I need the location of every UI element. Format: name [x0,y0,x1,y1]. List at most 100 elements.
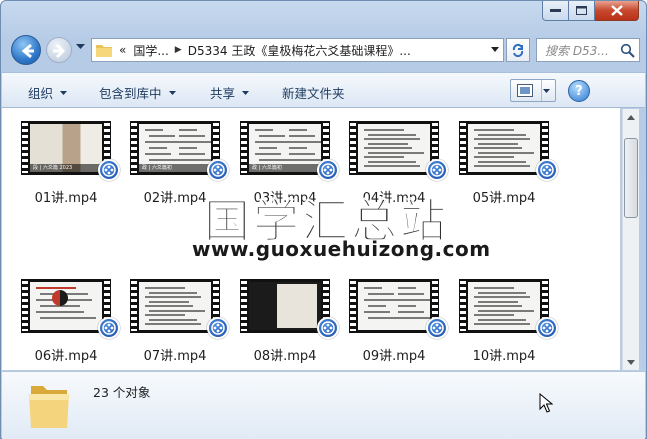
slide-text-line [398,293,424,295]
organize-menu[interactable]: 组织 [28,83,68,102]
slide-text-line [474,165,530,167]
history-dropdown-icon[interactable] [76,44,86,50]
slide-text-line [364,311,390,313]
slide-text-line [364,287,382,289]
navigation-row: « 国学... ▶ D5334 王政《皇极梅花六爻基础课程》... 搜索 D53… [9,34,640,65]
file-name: 06讲.mp4 [34,349,98,364]
file-name: 07讲.mp4 [143,349,207,364]
slide-text-line [145,314,185,316]
slide-text-line [289,135,315,137]
thumbnail-frame [249,282,321,330]
file-item[interactable]: 05讲.mp4 [445,113,558,206]
slide-text-line [398,287,416,289]
slide-text-line [474,129,514,131]
slide-text-line [255,141,289,143]
slide-text-line [364,165,420,167]
share-label: 共享 [210,86,236,101]
slide-text-line [179,135,205,137]
slide-text-line [259,147,277,149]
help-button[interactable]: ? [568,80,590,102]
forward-button[interactable] [46,37,72,63]
file-name: 02讲.mp4 [143,191,207,206]
organize-label: 组织 [28,86,54,101]
file-item[interactable]: 04讲.mp4 [335,113,448,206]
thumbnail-frame: 政 | 六爻篇初 [249,124,321,172]
scroll-up-button[interactable] [623,109,639,125]
view-icon [517,84,533,97]
slide-text-line [398,311,424,313]
back-button[interactable] [11,35,41,65]
slide-text-line [149,147,167,149]
slide-text-line [398,317,430,319]
address-bar[interactable]: « 国学... ▶ D5334 王政《皇极梅花六爻基础课程》... [91,38,504,62]
slide-text-line [368,293,394,295]
scrollbar-thumb[interactable] [624,138,638,218]
search-icon[interactable] [620,43,635,58]
slide-text-line [368,305,386,307]
address-dropdown-icon[interactable] [491,47,499,52]
include-library-menu[interactable]: 包含到库中 [99,83,176,102]
file-item[interactable]: 政 | 六爻篇初 03讲.mp4 [226,113,339,206]
thumbnail-frame: 段 | 六爻篇 2023 [30,124,102,172]
slide-text-line [478,160,526,163]
maximize-icon [576,6,587,15]
breadcrumb-item-1[interactable]: 国学... [133,42,168,59]
thumbnail-frame [358,124,430,172]
minimize-icon [550,8,561,12]
slide-text-line [149,318,197,321]
slide-text-line [145,305,193,307]
maximize-button[interactable] [569,1,595,21]
file-item[interactable]: 09讲.mp4 [335,271,448,364]
breadcrumb-separator-icon[interactable]: ▶ [175,45,182,55]
close-button[interactable] [595,1,639,21]
refresh-icon [512,43,524,57]
change-view-button[interactable] [510,79,556,102]
slide-text-line [179,147,197,149]
command-bar: 组织 包含到库中 共享 新建文件夹 ? [2,72,645,108]
explorer-window: « 国学... ▶ D5334 王政《皇极梅花六爻基础课程》... 搜索 D53… [0,0,647,439]
vertical-scrollbar[interactable] [622,109,639,370]
share-menu[interactable]: 共享 [210,83,250,102]
file-item[interactable]: 08讲.mp4 [226,271,339,364]
thumbnail-caption: 政 | 六爻篇初 [139,164,211,172]
file-list[interactable]: 段 | 六爻篇 2023 01讲.mp4 政 | 六爻篇初 02讲.mp4 政 | 六爻… [2,108,620,370]
file-name: 05讲.mp4 [472,191,536,206]
slide-text-line [368,142,408,145]
refresh-button[interactable] [506,38,530,62]
media-player-icon [536,159,558,181]
slide-text-line [364,138,420,140]
watermark-url: www.guoxuehuizong.com [192,237,491,261]
thumbnail-frame [30,282,102,330]
new-folder-button[interactable]: 新建文件夹 [282,83,345,102]
search-input[interactable]: 搜索 D53... [536,38,640,62]
scroll-down-button[interactable] [623,354,639,370]
slide-text-line [179,159,211,161]
chevron-down-icon[interactable] [543,89,550,93]
whiteboard [277,284,317,328]
file-name: 04讲.mp4 [362,191,426,206]
minimize-button[interactable] [542,1,569,21]
slide-text-line [478,309,534,312]
close-icon [610,5,623,16]
folder-icon [96,45,112,57]
thumbnail-frame [358,282,430,330]
slide-text-line [149,300,189,303]
thumbnail-frame [468,124,540,172]
slide-text-line [474,156,514,158]
slide-text-line [145,129,163,131]
slide-text-line [289,129,307,131]
slide-text-line [179,153,205,155]
file-name: 08讲.mp4 [253,349,317,364]
file-item[interactable]: 10讲.mp4 [445,271,558,364]
file-item[interactable]: 段 | 六爻篇 2023 01讲.mp4 [7,113,120,206]
film-perforations [350,281,356,331]
file-item[interactable]: 政 | 六爻篇初 02讲.mp4 [116,113,229,206]
file-item[interactable]: 07讲.mp4 [116,271,229,364]
film-perforations [241,281,247,331]
breadcrumb-item-2[interactable]: D5334 王政《皇极梅花六爻基础课程》... [188,42,411,59]
chevron-down-icon [60,90,68,95]
breadcrumb-overflow[interactable]: « [119,43,126,57]
slide-text-line [149,159,183,161]
file-item[interactable]: 06讲.mp4 [7,271,120,364]
chevron-down-icon [168,90,176,95]
